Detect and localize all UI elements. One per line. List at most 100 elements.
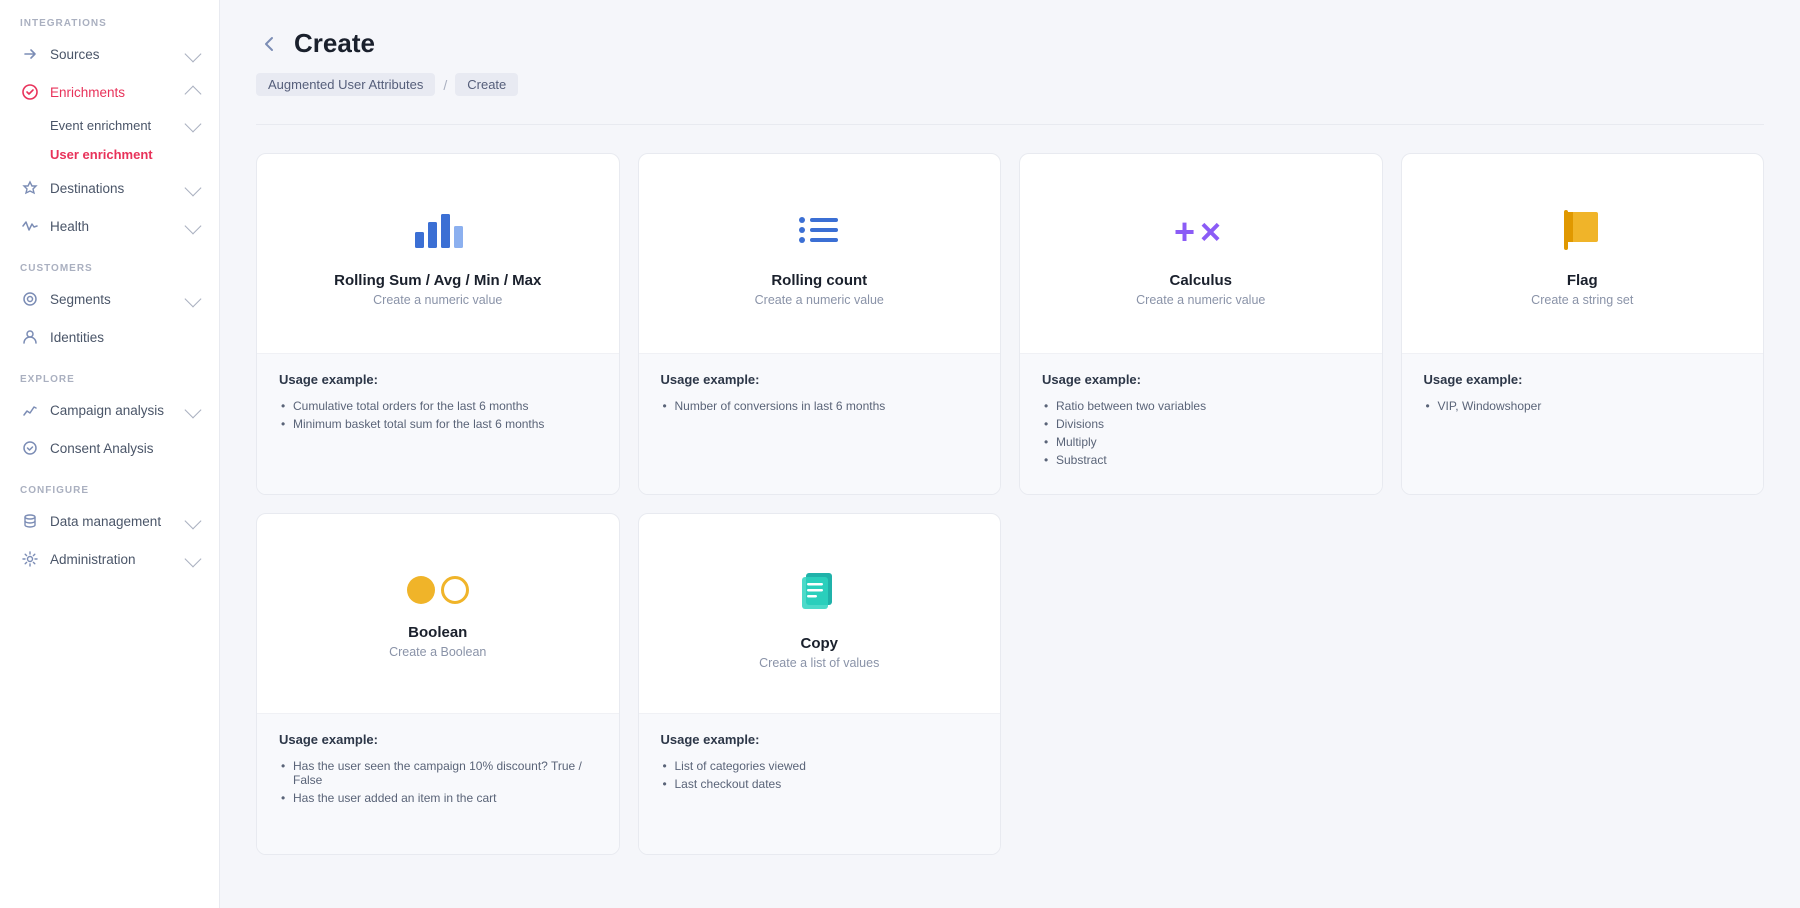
circle-filled (407, 576, 435, 604)
calc-icon: + × (1172, 208, 1230, 252)
main-content: Create Augmented User Attributes / Creat… (220, 0, 1800, 908)
sidebar-item-destinations[interactable]: Destinations (0, 169, 219, 207)
card-rolling-count[interactable]: Rolling count Create a numeric value Usa… (638, 153, 1002, 495)
usage-label: Usage example: (661, 732, 979, 747)
empty-slot-1 (1019, 513, 1383, 855)
campaign-icon (20, 400, 40, 420)
sidebar-item-consent-analysis[interactable]: Consent Analysis (0, 429, 219, 467)
usage-label: Usage example: (661, 372, 979, 387)
list-item: Ratio between two variables (1042, 397, 1360, 415)
card-calculus[interactable]: + × Calculus Create a numeric value Usag… (1019, 153, 1383, 495)
admin-icon (20, 549, 40, 569)
chevron-icon (185, 402, 202, 419)
breadcrumb-separator: / (443, 77, 447, 93)
cards-row-1: Rolling Sum / Avg / Min / Max Create a n… (256, 153, 1764, 495)
sidebar-label-enrichments: Enrichments (50, 85, 125, 100)
page-header: Create (256, 28, 1764, 59)
card-top-rolling-count: Rolling count Create a numeric value (639, 154, 1001, 354)
section-label-integrations: INTEGRATIONS (0, 0, 219, 35)
card-bottom-calculus: Usage example: Ratio between two variabl… (1020, 354, 1382, 494)
card-flag[interactable]: Flag Create a string set Usage example: … (1401, 153, 1765, 495)
data-icon (20, 511, 40, 531)
list-item: Last checkout dates (661, 775, 979, 793)
segments-icon (20, 289, 40, 309)
card-title-calculus: Calculus (1169, 272, 1232, 289)
bar-chart-icon (411, 208, 465, 252)
card-top-copy: Copy Create a list of values (639, 514, 1001, 714)
chevron-icon (185, 218, 202, 235)
card-title-rolling-sum: Rolling Sum / Avg / Min / Max (334, 272, 541, 289)
svg-text:+: + (1174, 211, 1195, 252)
card-bottom-rolling-sum: Usage example: Cumulative total orders f… (257, 354, 619, 494)
card-subtitle-flag: Create a string set (1531, 293, 1633, 307)
section-label-explore: EXPLORE (0, 356, 219, 391)
list-item: Has the user seen the campaign 10% disco… (279, 757, 597, 789)
card-copy[interactable]: Copy Create a list of values Usage examp… (638, 513, 1002, 855)
chevron-icon (185, 513, 202, 530)
health-icon (20, 216, 40, 236)
sidebar-label-segments: Segments (50, 292, 111, 307)
list-item: List of categories viewed (661, 757, 979, 775)
card-subtitle-rolling-count: Create a numeric value (755, 293, 884, 307)
usage-list-calculus: Ratio between two variables Divisions Mu… (1042, 397, 1360, 469)
usage-label: Usage example: (1424, 372, 1742, 387)
sidebar-item-user-enrichment[interactable]: User enrichment (0, 140, 219, 169)
sidebar-label-administration: Administration (50, 552, 136, 567)
list-item: Has the user added an item in the cart (279, 789, 597, 807)
sidebar-item-data-management[interactable]: Data management (0, 502, 219, 540)
card-title-copy: Copy (801, 635, 839, 652)
breadcrumb-augmented[interactable]: Augmented User Attributes (256, 73, 435, 96)
consent-icon (20, 438, 40, 458)
card-title-rolling-count: Rolling count (771, 272, 867, 289)
breadcrumb-create[interactable]: Create (455, 73, 518, 96)
sidebar-item-sources[interactable]: Sources (0, 35, 219, 73)
page-title: Create (294, 28, 375, 59)
sidebar-item-event-enrichment[interactable]: Event enrichment (0, 111, 219, 140)
sidebar-label-sources: Sources (50, 47, 100, 62)
svg-text:×: × (1200, 211, 1221, 252)
sidebar-label-health: Health (50, 219, 89, 234)
boolean-icon (407, 576, 469, 604)
sidebar-label-data-management: Data management (50, 514, 161, 529)
sidebar-item-enrichments[interactable]: Enrichments (0, 73, 219, 111)
card-bottom-boolean: Usage example: Has the user seen the cam… (257, 714, 619, 854)
card-top-calculus: + × Calculus Create a numeric value (1020, 154, 1382, 354)
sidebar-label-identities: Identities (50, 330, 104, 345)
usage-list-rolling-count: Number of conversions in last 6 months (661, 397, 979, 415)
sidebar-item-segments[interactable]: Segments (0, 280, 219, 318)
card-bottom-copy: Usage example: List of categories viewed… (639, 714, 1001, 854)
empty-slot-2 (1401, 513, 1765, 855)
chevron-icon (185, 291, 202, 308)
arrow-right-icon (20, 44, 40, 64)
sidebar-item-identities[interactable]: Identities (0, 318, 219, 356)
list-item: Multiply (1042, 433, 1360, 451)
divider (256, 124, 1764, 125)
card-rolling-sum[interactable]: Rolling Sum / Avg / Min / Max Create a n… (256, 153, 620, 495)
breadcrumb: Augmented User Attributes / Create (256, 73, 1764, 96)
card-bottom-flag: Usage example: VIP, Windowshoper (1402, 354, 1764, 494)
enrichments-icon (20, 82, 40, 102)
card-title-boolean: Boolean (408, 624, 467, 641)
destinations-icon (20, 178, 40, 198)
cards-row-2: Boolean Create a Boolean Usage example: … (256, 513, 1764, 855)
sidebar-item-campaign-analysis[interactable]: Campaign analysis (0, 391, 219, 429)
usage-list-rolling-sum: Cumulative total orders for the last 6 m… (279, 397, 597, 433)
usage-list-copy: List of categories viewed Last checkout … (661, 757, 979, 793)
back-button[interactable] (256, 31, 282, 57)
chevron-small-icon (185, 116, 202, 133)
card-subtitle-rolling-sum: Create a numeric value (373, 293, 502, 307)
flag-icon (1558, 208, 1606, 252)
sidebar-label-consent-analysis: Consent Analysis (50, 441, 154, 456)
list-item: Substract (1042, 451, 1360, 469)
sidebar-item-health[interactable]: Health (0, 207, 219, 245)
card-subtitle-copy: Create a list of values (759, 656, 879, 670)
sidebar-item-administration[interactable]: Administration (0, 540, 219, 578)
copy-icon (794, 565, 844, 615)
card-subtitle-boolean: Create a Boolean (389, 645, 486, 659)
card-bottom-rolling-count: Usage example: Number of conversions in … (639, 354, 1001, 494)
card-boolean[interactable]: Boolean Create a Boolean Usage example: … (256, 513, 620, 855)
list-item: Divisions (1042, 415, 1360, 433)
list-icon (794, 208, 844, 252)
identities-icon (20, 327, 40, 347)
usage-label: Usage example: (279, 372, 597, 387)
